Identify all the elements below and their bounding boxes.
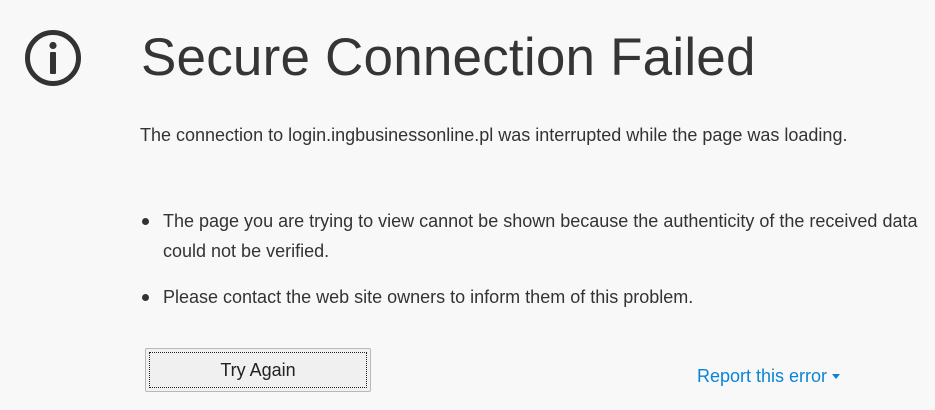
- caret-down-icon: [832, 373, 841, 379]
- info-icon: [25, 30, 81, 86]
- report-error-label: Report this error: [697, 366, 828, 386]
- list-item-text: The page you are trying to view cannot b…: [163, 211, 918, 261]
- list-item: Please contact the web site owners to in…: [140, 282, 920, 312]
- error-page: Secure Connection Failed The connection …: [0, 0, 935, 410]
- try-again-button[interactable]: Try Again: [145, 348, 371, 392]
- bullet-icon: [142, 294, 149, 301]
- try-again-label: Try Again: [149, 352, 367, 388]
- error-details-list: The page you are trying to view cannot b…: [140, 206, 920, 312]
- report-error-link[interactable]: Report this error: [697, 362, 841, 390]
- page-title: Secure Connection Failed: [141, 28, 756, 87]
- error-message: The connection to login.ingbusinessonlin…: [140, 125, 848, 145]
- list-item-text: Please contact the web site owners to in…: [163, 287, 694, 307]
- list-item: The page you are trying to view cannot b…: [140, 206, 920, 266]
- bullet-icon: [142, 218, 149, 225]
